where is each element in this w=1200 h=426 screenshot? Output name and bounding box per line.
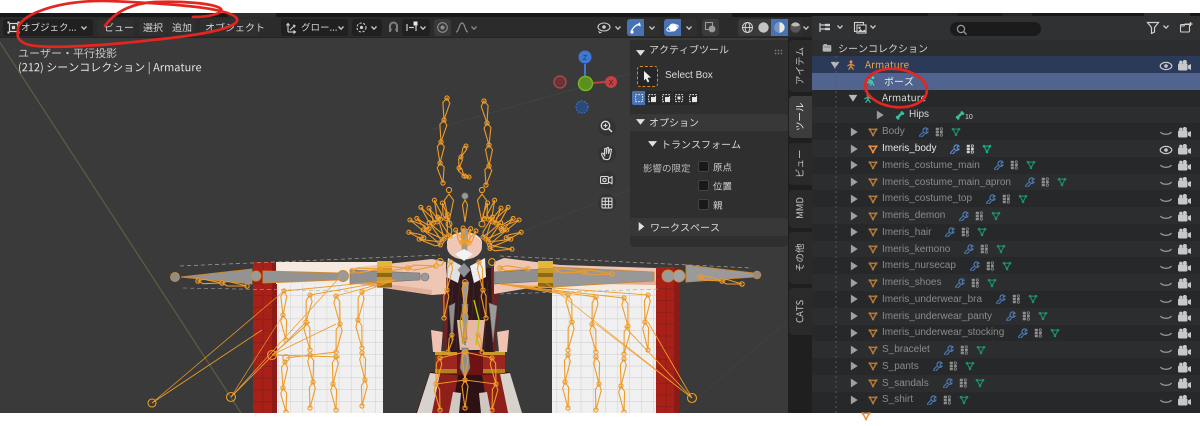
svg-text:Z: Z <box>583 55 588 62</box>
svg-text:X: X <box>609 80 614 87</box>
